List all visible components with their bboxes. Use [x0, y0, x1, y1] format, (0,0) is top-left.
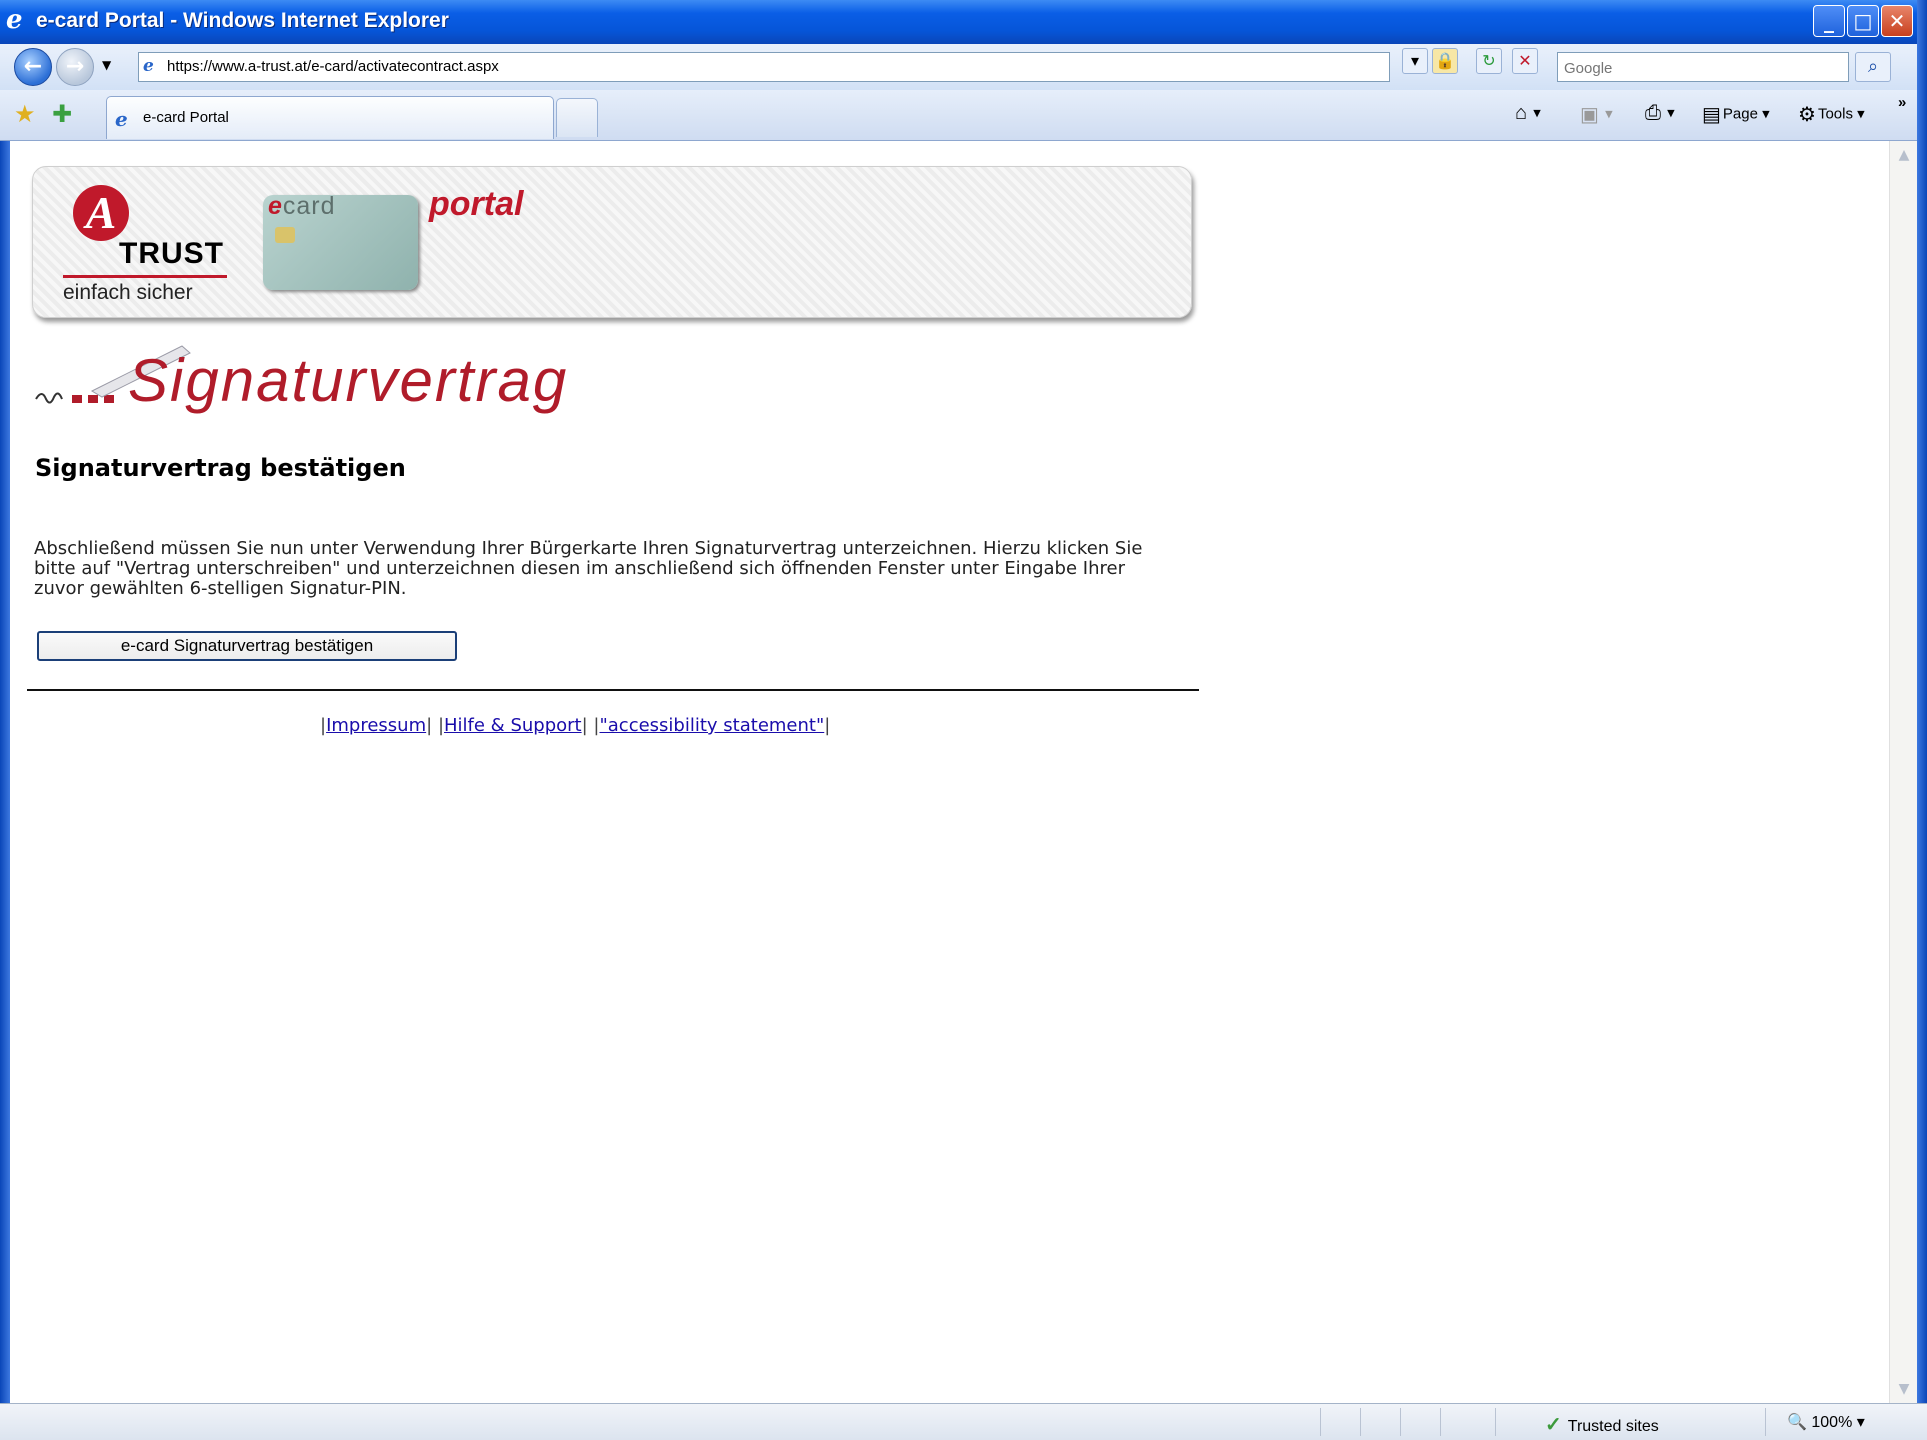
security-lock-icon[interactable]: 🔒 — [1432, 48, 1458, 74]
section-title: Signaturvertrag — [128, 347, 569, 414]
status-separator — [1400, 1408, 1401, 1436]
atrust-a-mark: A — [73, 185, 129, 241]
portal-label: portal — [429, 185, 524, 223]
search-icon[interactable]: ⌕ — [1855, 52, 1891, 82]
logo-tagline: einfach sicher — [63, 281, 193, 304]
back-button[interactable]: ← — [14, 48, 52, 86]
vertical-scrollbar[interactable]: ▲ ▼ — [1889, 141, 1918, 1403]
home-icon: ⌂ — [1515, 102, 1528, 124]
address-dropdown-button[interactable]: ▾ — [1402, 48, 1428, 74]
tools-menu-button[interactable]: ⚙ Tools ▾ — [1798, 102, 1865, 127]
status-separator — [1360, 1408, 1361, 1436]
logo-underline — [63, 275, 227, 278]
ie-icon: e — [6, 5, 23, 35]
navigation-bar: ← → ▼ e https://www.a-trust.at/e-card/ac… — [0, 44, 1927, 91]
add-favorites-icon[interactable]: ✚ — [52, 100, 72, 128]
page-viewport: A TRUST einfach sicher ecard portal Sign… — [10, 141, 1887, 1403]
scroll-down-icon[interactable]: ▼ — [1892, 1377, 1916, 1401]
checkmark-icon: ✓ — [1545, 1414, 1562, 1436]
feeds-button[interactable]: ▣ ▾ — [1580, 102, 1613, 127]
print-button[interactable]: ⎙ ▾ — [1645, 102, 1675, 125]
atrust-logo: A TRUST einfach sicher — [63, 185, 233, 305]
status-bar: ✓ Trusted sites 🔍 100% ▾ — [0, 1403, 1927, 1440]
page-menu-button[interactable]: ▤ Page ▾ — [1702, 102, 1770, 127]
intro-text: Abschließend müssen Sie nun unter Verwen… — [34, 538, 1143, 599]
status-separator — [1765, 1408, 1766, 1436]
tab-page-icon: e — [115, 107, 128, 131]
page-menu-icon: ▤ — [1702, 104, 1721, 126]
window-right-border — [1917, 0, 1927, 1439]
help-support-link[interactable]: Hilfe & Support — [444, 715, 582, 736]
maximize-button[interactable]: □ — [1847, 5, 1879, 37]
feed-icon: ▣ — [1580, 104, 1599, 126]
favorites-star-icon[interactable]: ★ — [14, 100, 36, 128]
footer-links: |Impressum| |Hilfe & Support| |"accessib… — [320, 715, 831, 736]
card-chip — [275, 227, 295, 243]
scroll-up-icon[interactable]: ▲ — [1892, 143, 1916, 167]
divider — [27, 689, 1199, 691]
search-input[interactable] — [1562, 57, 1836, 79]
window-titlebar[interactable]: e e-card Portal - Windows Internet Explo… — [0, 0, 1927, 45]
address-bar[interactable]: e https://www.a-trust.at/e-card/activate… — [138, 52, 1390, 82]
zoom-icon: 🔍 — [1787, 1414, 1807, 1431]
close-button[interactable]: ✕ — [1881, 5, 1913, 37]
stop-button[interactable]: ✕ — [1512, 48, 1538, 74]
atrust-name: TRUST — [119, 237, 224, 270]
refresh-button[interactable]: ↻ — [1476, 48, 1502, 74]
status-separator — [1440, 1408, 1441, 1436]
printer-icon: ⎙ — [1645, 102, 1661, 124]
accessibility-statement-link[interactable]: "accessibility statement" — [600, 715, 825, 736]
page-icon: e — [143, 56, 154, 76]
gear-icon: ⚙ — [1798, 104, 1816, 126]
confirm-contract-button[interactable]: e-card Signaturvertrag bestätigen — [37, 631, 457, 661]
status-separator — [1495, 1408, 1496, 1436]
tab-ecard-portal[interactable]: e e-card Portal — [106, 96, 554, 139]
back-arrow-icon: ← — [23, 54, 43, 79]
window-left-border — [0, 141, 10, 1403]
new-tab-button[interactable] — [556, 98, 598, 137]
page-heading: Signaturvertrag bestätigen — [35, 454, 406, 482]
zoom-level[interactable]: 🔍 100% ▾ — [1787, 1412, 1865, 1432]
security-zone[interactable]: ✓ Trusted sites — [1545, 1412, 1659, 1437]
chevron-more-icon[interactable]: » — [1898, 94, 1906, 111]
forward-arrow-icon: → — [65, 54, 85, 79]
status-separator — [1320, 1408, 1321, 1436]
ecard-portal-banner: A TRUST einfach sicher ecard portal — [32, 166, 1192, 318]
ecard-logo: ecard — [268, 192, 336, 220]
tab-bar: ★ ✚ e e-card Portal ⌂ ▾ ▣ ▾ ⎙ ▾ ▤ Page ▾ … — [0, 90, 1927, 141]
search-box[interactable] — [1557, 52, 1849, 82]
address-url[interactable]: https://www.a-trust.at/e-card/activateco… — [167, 58, 499, 75]
home-button[interactable]: ⌂ ▾ — [1515, 102, 1541, 125]
tab-label: e-card Portal — [143, 109, 229, 126]
window-title: e-card Portal - Windows Internet Explore… — [36, 9, 449, 32]
recent-pages-dropdown-icon[interactable]: ▼ — [102, 58, 111, 72]
minimize-button[interactable]: _ — [1813, 5, 1845, 37]
forward-button[interactable]: → — [56, 48, 94, 86]
impressum-link[interactable]: Impressum — [326, 715, 426, 736]
